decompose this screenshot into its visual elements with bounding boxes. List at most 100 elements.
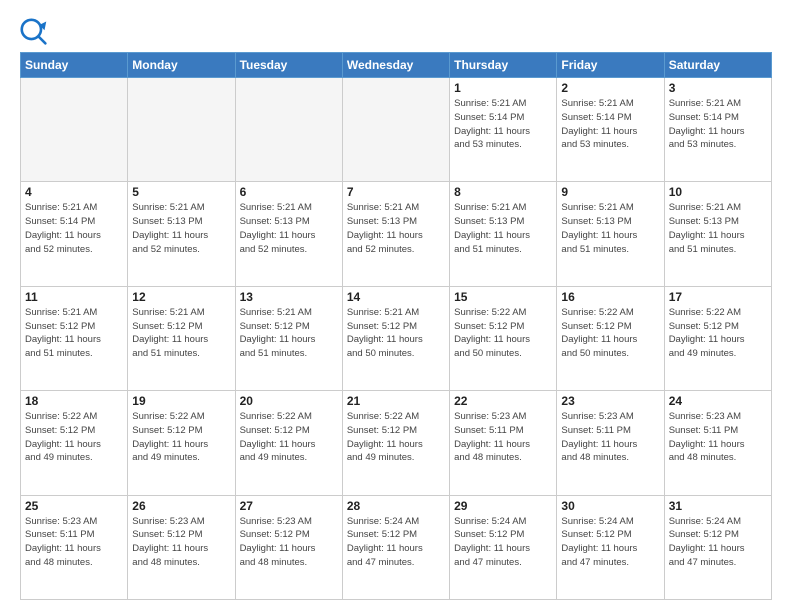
day-number: 23 [561, 394, 659, 408]
day-info: Sunrise: 5:22 AM Sunset: 5:12 PM Dayligh… [454, 306, 552, 361]
day-info: Sunrise: 5:21 AM Sunset: 5:12 PM Dayligh… [347, 306, 445, 361]
day-number: 28 [347, 499, 445, 513]
day-number: 21 [347, 394, 445, 408]
calendar-cell [21, 78, 128, 182]
day-info: Sunrise: 5:21 AM Sunset: 5:12 PM Dayligh… [25, 306, 123, 361]
day-number: 4 [25, 185, 123, 199]
calendar-cell: 16Sunrise: 5:22 AM Sunset: 5:12 PM Dayli… [557, 286, 664, 390]
weekday-header-saturday: Saturday [664, 53, 771, 78]
calendar-cell: 24Sunrise: 5:23 AM Sunset: 5:11 PM Dayli… [664, 391, 771, 495]
calendar-week-2: 4 Sunrise: 5:21 AM Sunset: 5:14 PM Daylig… [21, 182, 772, 286]
day-info: Sunrise: 5:21 AM Sunset: 5:14 PM Dayligh… [25, 201, 123, 256]
calendar-week-5: 25Sunrise: 5:23 AM Sunset: 5:11 PM Dayli… [21, 495, 772, 599]
calendar-cell: 11 Sunrise: 5:21 AM Sunset: 5:12 PM Dayli… [21, 286, 128, 390]
weekday-header-tuesday: Tuesday [235, 53, 342, 78]
calendar-cell: 1Sunrise: 5:21 AM Sunset: 5:14 PM Daylig… [450, 78, 557, 182]
day-info: Sunrise: 5:21 AM Sunset: 5:13 PM Dayligh… [561, 201, 659, 256]
calendar-cell: 15 Sunrise: 5:22 AM Sunset: 5:12 PM Dayli… [450, 286, 557, 390]
day-info: Sunrise: 5:21 AM Sunset: 5:14 PM Dayligh… [669, 97, 767, 152]
day-info: Sunrise: 5:22 AM Sunset: 5:12 PM Dayligh… [669, 306, 767, 361]
day-number: 12 [132, 290, 230, 304]
weekday-header-sunday: Sunday [21, 53, 128, 78]
day-info: Sunrise: 5:22 AM Sunset: 5:12 PM Dayligh… [240, 410, 338, 465]
calendar-cell: 5 Sunrise: 5:21 AM Sunset: 5:13 PM Daylig… [128, 182, 235, 286]
weekday-header-monday: Monday [128, 53, 235, 78]
calendar-cell: 27 Sunrise: 5:23 AM Sunset: 5:12 PM Dayli… [235, 495, 342, 599]
calendar-week-3: 11 Sunrise: 5:21 AM Sunset: 5:12 PM Dayli… [21, 286, 772, 390]
day-number: 7 [347, 185, 445, 199]
weekday-header-thursday: Thursday [450, 53, 557, 78]
day-info: Sunrise: 5:23 AM Sunset: 5:11 PM Dayligh… [25, 515, 123, 570]
calendar-cell: 13Sunrise: 5:21 AM Sunset: 5:12 PM Dayli… [235, 286, 342, 390]
day-number: 13 [240, 290, 338, 304]
day-number: 22 [454, 394, 552, 408]
day-number: 9 [561, 185, 659, 199]
calendar-cell [235, 78, 342, 182]
day-number: 3 [669, 81, 767, 95]
day-info: Sunrise: 5:21 AM Sunset: 5:12 PM Dayligh… [132, 306, 230, 361]
weekday-header-row: SundayMondayTuesdayWednesdayThursdayFrid… [21, 53, 772, 78]
day-info: Sunrise: 5:24 AM Sunset: 5:12 PM Dayligh… [669, 515, 767, 570]
day-number: 26 [132, 499, 230, 513]
calendar-cell: 2 Sunrise: 5:21 AM Sunset: 5:14 PM Daylig… [557, 78, 664, 182]
day-info: Sunrise: 5:21 AM Sunset: 5:13 PM Dayligh… [454, 201, 552, 256]
day-info: Sunrise: 5:21 AM Sunset: 5:14 PM Dayligh… [561, 97, 659, 152]
day-number: 5 [132, 185, 230, 199]
day-info: Sunrise: 5:24 AM Sunset: 5:12 PM Dayligh… [454, 515, 552, 570]
day-info: Sunrise: 5:23 AM Sunset: 5:11 PM Dayligh… [561, 410, 659, 465]
logo [20, 18, 52, 46]
page: SundayMondayTuesdayWednesdayThursdayFrid… [0, 0, 792, 612]
day-info: Sunrise: 5:23 AM Sunset: 5:12 PM Dayligh… [132, 515, 230, 570]
day-info: Sunrise: 5:23 AM Sunset: 5:11 PM Dayligh… [669, 410, 767, 465]
day-number: 29 [454, 499, 552, 513]
day-number: 27 [240, 499, 338, 513]
calendar-cell: 21 Sunrise: 5:22 AM Sunset: 5:12 PM Dayli… [342, 391, 449, 495]
day-info: Sunrise: 5:21 AM Sunset: 5:13 PM Dayligh… [669, 201, 767, 256]
calendar-cell [342, 78, 449, 182]
calendar-week-1: 1 Sunrise: 5:21 AM Sunset: 5:14 PM Daylig… [21, 78, 772, 182]
calendar-cell: 17 Sunrise: 5:22 AM Sunset: 5:12 PM Dayli… [664, 286, 771, 390]
day-info: Sunrise: 5:24 AM Sunset: 5:12 PM Dayligh… [561, 515, 659, 570]
day-info: Sunrise: 5:23 AM Sunset: 5:12 PM Dayligh… [240, 515, 338, 570]
day-info: Sunrise: 5:23 AM Sunset: 5:11 PM Dayligh… [454, 410, 552, 465]
day-number: 19 [132, 394, 230, 408]
day-number: 17 [669, 290, 767, 304]
day-number: 15 [454, 290, 552, 304]
day-number: 30 [561, 499, 659, 513]
day-info: Sunrise: 5:22 AM Sunset: 5:12 PM Dayligh… [347, 410, 445, 465]
calendar-cell: 31 Sunrise: 5:24 AM Sunset: 5:12 PM Dayli… [664, 495, 771, 599]
day-info: Sunrise: 5:22 AM Sunset: 5:12 PM Dayligh… [25, 410, 123, 465]
day-number: 6 [240, 185, 338, 199]
day-number: 11 [25, 290, 123, 304]
day-info: Sunrise: 5:24 AM Sunset: 5:12 PM Dayligh… [347, 515, 445, 570]
day-info: Sunrise: 5:22 AM Sunset: 5:12 PM Dayligh… [561, 306, 659, 361]
day-number: 10 [669, 185, 767, 199]
day-info: Sunrise: 5:21 AM Sunset: 5:13 PM Dayligh… [132, 201, 230, 256]
calendar-cell: 23 Sunrise: 5:23 AM Sunset: 5:11 PM Dayli… [557, 391, 664, 495]
calendar-cell: 10 Sunrise: 5:21 AM Sunset: 5:13 PM Dayli… [664, 182, 771, 286]
calendar-cell: 12 Sunrise: 5:21 AM Sunset: 5:12 PM Dayli… [128, 286, 235, 390]
day-info: Sunrise: 5:21 AM Sunset: 5:13 PM Dayligh… [240, 201, 338, 256]
day-number: 18 [25, 394, 123, 408]
weekday-header-friday: Friday [557, 53, 664, 78]
day-number: 2 [561, 81, 659, 95]
calendar-cell: 30 Sunrise: 5:24 AM Sunset: 5:12 PM Dayli… [557, 495, 664, 599]
calendar-cell: 18 Sunrise: 5:22 AM Sunset: 5:12 PM Dayli… [21, 391, 128, 495]
day-number: 8 [454, 185, 552, 199]
day-number: 1 [454, 81, 552, 95]
day-info: Sunrise: 5:22 AM Sunset: 5:12 PM Dayligh… [132, 410, 230, 465]
calendar-cell: 22 Sunrise: 5:23 AM Sunset: 5:11 PM Dayli… [450, 391, 557, 495]
calendar-cell: 25Sunrise: 5:23 AM Sunset: 5:11 PM Dayli… [21, 495, 128, 599]
calendar-table: SundayMondayTuesdayWednesdayThursdayFrid… [20, 52, 772, 600]
calendar-cell: 19 Sunrise: 5:22 AM Sunset: 5:12 PM Dayli… [128, 391, 235, 495]
calendar-cell: 14Sunrise: 5:21 AM Sunset: 5:12 PM Dayli… [342, 286, 449, 390]
calendar-cell: 29 Sunrise: 5:24 AM Sunset: 5:12 PM Dayli… [450, 495, 557, 599]
calendar-cell: 20Sunrise: 5:22 AM Sunset: 5:12 PM Dayli… [235, 391, 342, 495]
day-number: 31 [669, 499, 767, 513]
header [20, 18, 772, 46]
calendar-cell: 4 Sunrise: 5:21 AM Sunset: 5:14 PM Daylig… [21, 182, 128, 286]
calendar-body: 1 Sunrise: 5:21 AM Sunset: 5:14 PM Daylig… [21, 78, 772, 600]
calendar-week-4: 18 Sunrise: 5:22 AM Sunset: 5:12 PM Dayli… [21, 391, 772, 495]
calendar-cell: 9 Sunrise: 5:21 AM Sunset: 5:13 PM Daylig… [557, 182, 664, 286]
calendar-cell [128, 78, 235, 182]
